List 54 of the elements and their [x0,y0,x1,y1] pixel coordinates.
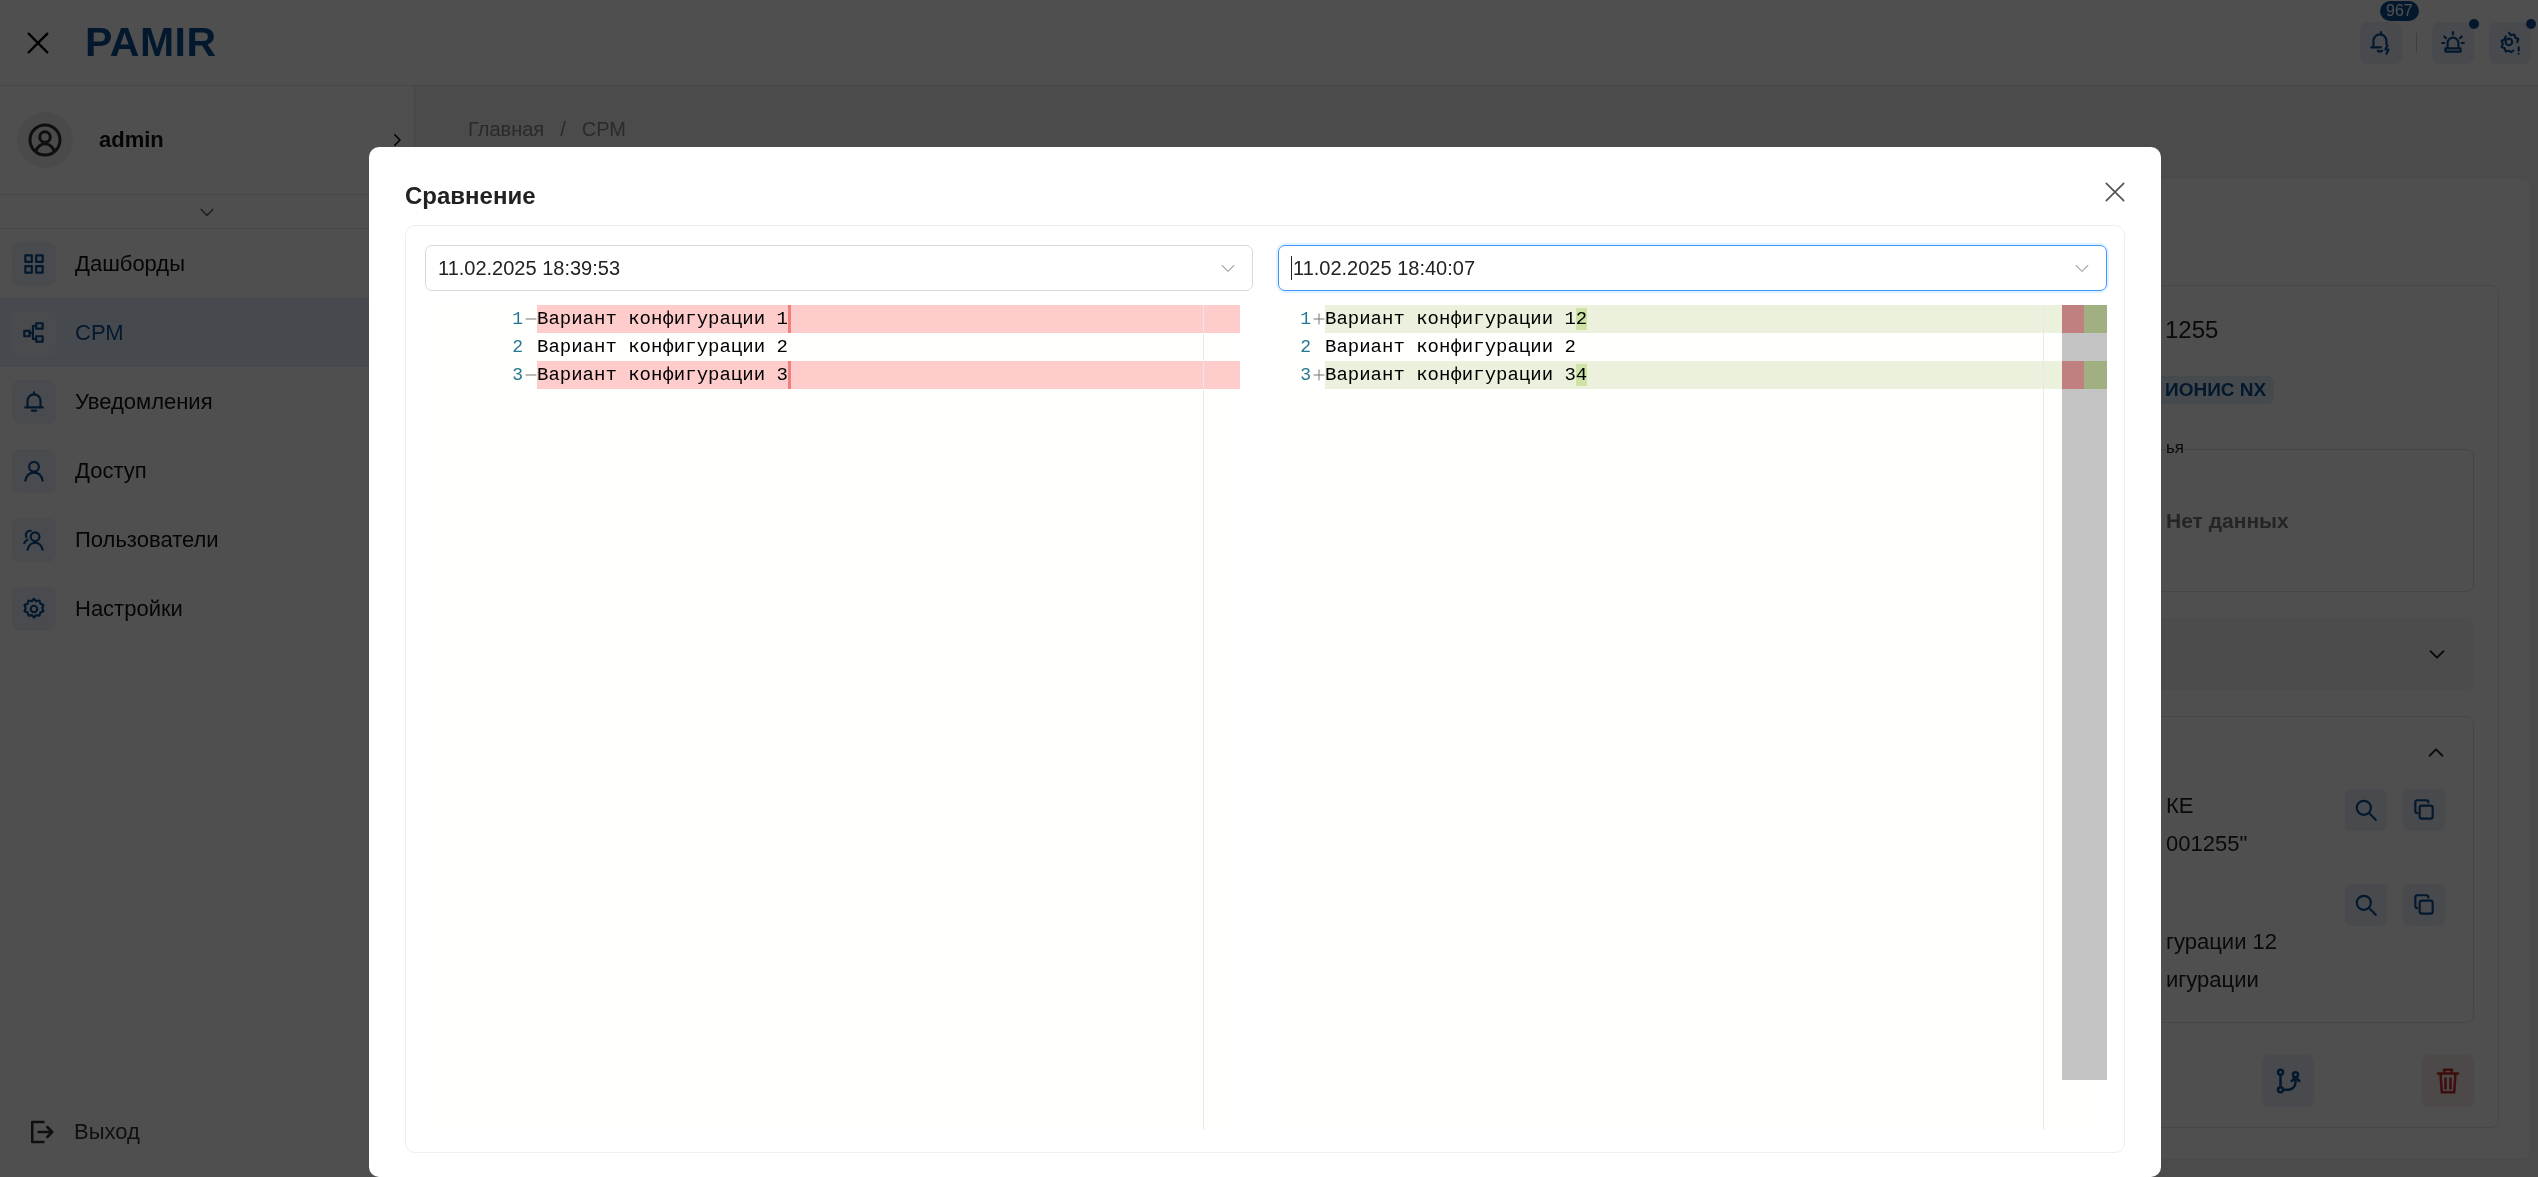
breadcrumb-separator: / [560,117,566,141]
copy-icon [2411,797,2437,823]
settings-icon [21,595,47,622]
user-name: admin [99,127,165,153]
code-line: Вариант конфигурации 3 [537,364,788,386]
version-select[interactable]: 11.02.2025 18:40:07 [1278,245,2107,291]
entry-text: КЕ [2166,792,2195,820]
status-dot-icon [2469,18,2479,29]
notification-count-badge: 967 [2380,0,2419,21]
plus-icon [1312,313,1325,325]
plus-icon [1312,369,1325,381]
card-title: 1255 [2165,315,2220,345]
change-marker [2062,361,2107,389]
code-line: Вариант конфигурации 34 [1325,364,1588,386]
code-line: Вариант конфигурации 2 [537,336,788,358]
code-line: Вариант конфигурации 12 [1325,308,1588,330]
copy-button[interactable] [2403,884,2445,926]
entry-text: 001255" [2166,830,2249,858]
nav-item[interactable]: Настройки [0,574,414,643]
line-number: 3 [1300,365,1311,385]
siren-icon [2440,29,2466,56]
settings-button[interactable] [2489,21,2531,64]
logout-button[interactable]: Выход [0,1087,414,1177]
status-dot-icon [2526,18,2536,29]
nav-item[interactable]: Уведомления [0,367,414,436]
nodes-icon [21,319,47,346]
search-button[interactable] [2345,789,2387,831]
copy-button[interactable] [2403,789,2445,831]
version-select[interactable]: 11.02.2025 18:39:53 [425,245,1253,291]
entry-text: игурации [2166,966,2260,994]
code-line: Вариант конфигурации 1 [537,308,788,330]
line-number: 1 [1300,309,1311,329]
code-line: Вариант конфигурации 2 [1325,336,1576,358]
nav-item[interactable]: Пользователи [0,505,414,574]
line-number: 3 [512,365,523,385]
entry-text: гурации 12 [2166,928,2278,956]
search-icon [2353,892,2379,918]
search-icon [2353,797,2379,823]
user-circle-icon [27,122,63,158]
copy-icon [2411,892,2437,918]
bell-icon [21,388,47,415]
dialog-title: Сравнение [405,181,536,211]
nav-item[interactable]: Дашборды [0,229,414,298]
change-marker [2062,305,2107,333]
line-number: 1 [512,309,523,329]
nav-item[interactable]: Доступ [0,436,414,505]
notifications-button[interactable] [2360,21,2402,64]
line-number: 2 [1300,337,1311,357]
search-button[interactable] [2345,884,2387,926]
logo: PAMIR [85,19,217,66]
alarm-button[interactable] [2432,21,2474,64]
delete-button[interactable] [2422,1055,2474,1107]
compare-button[interactable] [2262,1055,2314,1107]
line-number: 2 [512,337,523,357]
